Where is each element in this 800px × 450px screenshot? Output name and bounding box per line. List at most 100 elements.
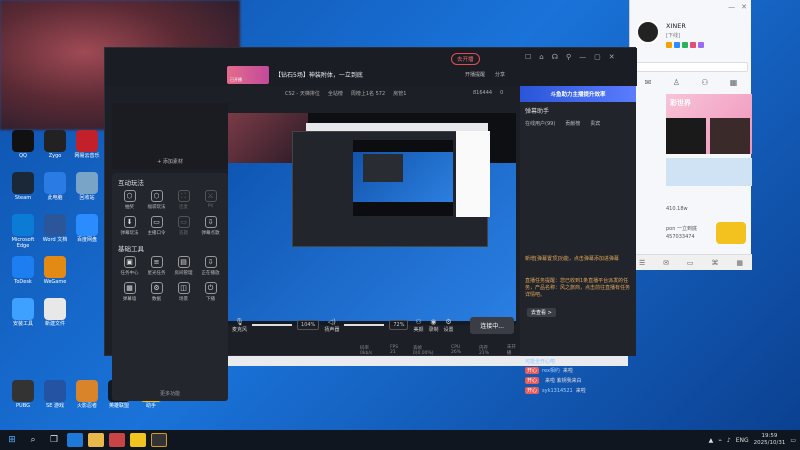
apps-icon[interactable]: ▦ (730, 78, 738, 87)
tool-item[interactable]: ⇩ 正在播放 (197, 256, 224, 276)
gear-icon: ⚙ (445, 317, 452, 326)
settings-button[interactable]: ⚙ 设置 (443, 318, 453, 333)
tool-item[interactable]: ▤ 房间管理 (170, 256, 197, 276)
desktop-icon[interactable]: Word 文档 (38, 214, 72, 244)
close-icon[interactable]: ✕ (741, 3, 747, 11)
game-icon[interactable]: ⌘ (711, 259, 718, 267)
tool-item[interactable]: ⚙ 数据 (143, 282, 170, 302)
streaming-app-icon[interactable] (151, 433, 167, 447)
desktop-icon[interactable]: 回收站 (70, 172, 104, 202)
group-icon[interactable]: ⚇ (701, 78, 708, 87)
mail-icon[interactable]: ✉ (663, 259, 669, 267)
edge-icon[interactable] (67, 433, 83, 447)
chat-window[interactable]: — ✕ XINER [下线] ✉ ♙ ⚇ ▦ 彩世界 410.18w pon 一… (629, 0, 752, 270)
desktop-icon[interactable]: SE 游戏 (38, 380, 72, 410)
mic-control[interactable]: 🎙 麦克风 (232, 318, 247, 333)
tool-item[interactable]: ⚔ PK (197, 190, 224, 210)
game-logo[interactable] (716, 222, 746, 244)
desktop-icon[interactable]: QQ (6, 130, 40, 160)
streaming-app-window[interactable]: 已开播 【钻石5场】神装附体，一立到底 去开播 ☐ ⌂ ☊ ⚲ — ▢ ✕ 开播… (104, 47, 637, 401)
folder-icon[interactable]: ▭ (687, 259, 694, 267)
tab-vip[interactable]: 贵宾 (590, 120, 600, 127)
add-source-button[interactable]: + 添加素材 (112, 158, 228, 165)
room-cover[interactable]: 已开播 (227, 66, 269, 84)
menu-icon[interactable]: ☰ (639, 259, 645, 267)
shirt-icon[interactable]: ⚲ (566, 53, 571, 61)
gift-icon[interactable]: ⌂ (539, 53, 543, 61)
tool-item[interactable]: ⬡ 福袋玩法 (143, 190, 170, 210)
tool-item[interactable]: ⬇ 弹幕玩法 (116, 216, 143, 236)
category-label[interactable]: CS2 - 天梯排位 (285, 90, 320, 97)
chat-message[interactable]: 开心 syk1314521 来啦 (525, 387, 633, 394)
message-icon[interactable]: ✉ (645, 78, 652, 87)
desktop-icon[interactable]: WeGame (38, 256, 72, 286)
avatar[interactable] (636, 20, 660, 44)
tab-contribution[interactable]: 贡献榜 (565, 120, 580, 127)
chat-username[interactable]: syk1314521 (542, 388, 573, 394)
clock[interactable]: 19:59 2025/10/31 (754, 433, 786, 446)
tool-item[interactable]: ◫ 场景 (170, 282, 197, 302)
tool-item[interactable]: ≡ 星光任务 (143, 256, 170, 276)
more-functions-button[interactable]: 更多功能 (112, 390, 228, 397)
start-live-badge[interactable]: 去开播 (451, 53, 480, 65)
tab-online-users[interactable]: 在线用户(99) (525, 120, 555, 127)
desktop-icon[interactable]: 安装工具 (6, 298, 40, 328)
search-input[interactable] (634, 62, 748, 72)
minimize-icon[interactable]: — (728, 3, 735, 11)
beauty-button[interactable]: ⚇ 美颜 (413, 318, 423, 333)
record-button[interactable]: ◉ 录制 (428, 318, 438, 333)
headset-icon[interactable]: ☊ (552, 53, 558, 61)
ad-banner[interactable]: 斗鱼助力主播提升效率 (520, 86, 636, 102)
notification-icon[interactable]: ▭ (790, 437, 796, 444)
desktop-icon[interactable]: Zygo (38, 130, 72, 160)
desktop-icon[interactable]: Steam (6, 172, 40, 202)
room-title[interactable]: 【钻石5场】神装附体，一立到底 (275, 70, 363, 79)
mic-slider[interactable] (252, 324, 293, 326)
desktop-icon[interactable]: 新建文件 (38, 298, 72, 328)
info-item: 房管1 (393, 90, 407, 97)
stream-preview[interactable] (228, 113, 516, 325)
desktop-icon[interactable]: 网易云音乐 (70, 130, 104, 160)
tool-item[interactable]: ⏻ 下播 (197, 282, 224, 302)
chat-message[interactable]: 开心 来啦 紫钥我来白 (525, 377, 633, 384)
game-banner[interactable] (666, 158, 752, 186)
game-assistant-icon[interactable] (130, 433, 146, 447)
tool-item[interactable]: ⛶ 连麦 (170, 190, 197, 210)
tool-item[interactable]: ⇩ 弹幕点歌 (197, 216, 224, 236)
desktop-icon[interactable]: ToDesk (6, 256, 40, 286)
desktop-icon[interactable]: 百度网盘 (70, 214, 104, 244)
tool-item[interactable]: ▦ 弹幕墙 (116, 282, 143, 302)
desktop-icon[interactable]: 火影忍者 (70, 380, 104, 410)
volume-icon[interactable]: ♪ (727, 437, 731, 444)
desktop-icon-label: Word 文档 (42, 237, 68, 243)
file-explorer-icon[interactable] (88, 433, 104, 447)
language-indicator[interactable]: ENG (736, 437, 749, 444)
grid-icon[interactable]: ▦ (736, 259, 743, 267)
chat-username[interactable]: rex相约 (542, 367, 560, 374)
view-task-link[interactable]: 去查看 > (527, 308, 556, 317)
close-icon[interactable]: ✕ (609, 53, 615, 61)
tool-item[interactable]: ▭ 主播口令 (143, 216, 170, 236)
chat-message[interactable]: 开心 rex相约 来啦 (525, 367, 633, 374)
tool-item[interactable]: ▣ 任务中心 (116, 256, 143, 276)
desktop-icon[interactable]: 此电脑 (38, 172, 72, 202)
tool-item[interactable]: ▭ 答题 (170, 216, 197, 236)
desktop-icon[interactable]: Microsoft Edge (6, 214, 40, 249)
minimize-icon[interactable]: — (579, 53, 586, 61)
tray-icon[interactable]: ▲ (709, 437, 714, 444)
live-reminder-button[interactable]: 开播提醒 (465, 71, 485, 78)
search-icon[interactable]: ⌕ (25, 433, 41, 447)
maximize-icon[interactable]: ▢ (594, 53, 601, 61)
app-icon[interactable] (109, 433, 125, 447)
speaker-control[interactable]: ◁) 扬声器 (324, 318, 339, 333)
start-icon[interactable]: ⊞ (4, 433, 20, 447)
network-icon[interactable]: ⌁ (718, 437, 722, 444)
share-button[interactable]: 分享 (495, 71, 505, 78)
desktop-icon[interactable]: PUBG (6, 380, 40, 410)
speaker-slider[interactable] (344, 324, 385, 326)
chat-icon[interactable]: ☐ (525, 53, 531, 61)
task-view-icon[interactable]: ❐ (46, 433, 62, 447)
contacts-icon[interactable]: ♙ (673, 78, 680, 87)
go-live-button[interactable]: 连接中... (470, 316, 514, 334)
tool-item[interactable]: ⬡ 抽奖 (116, 190, 143, 210)
